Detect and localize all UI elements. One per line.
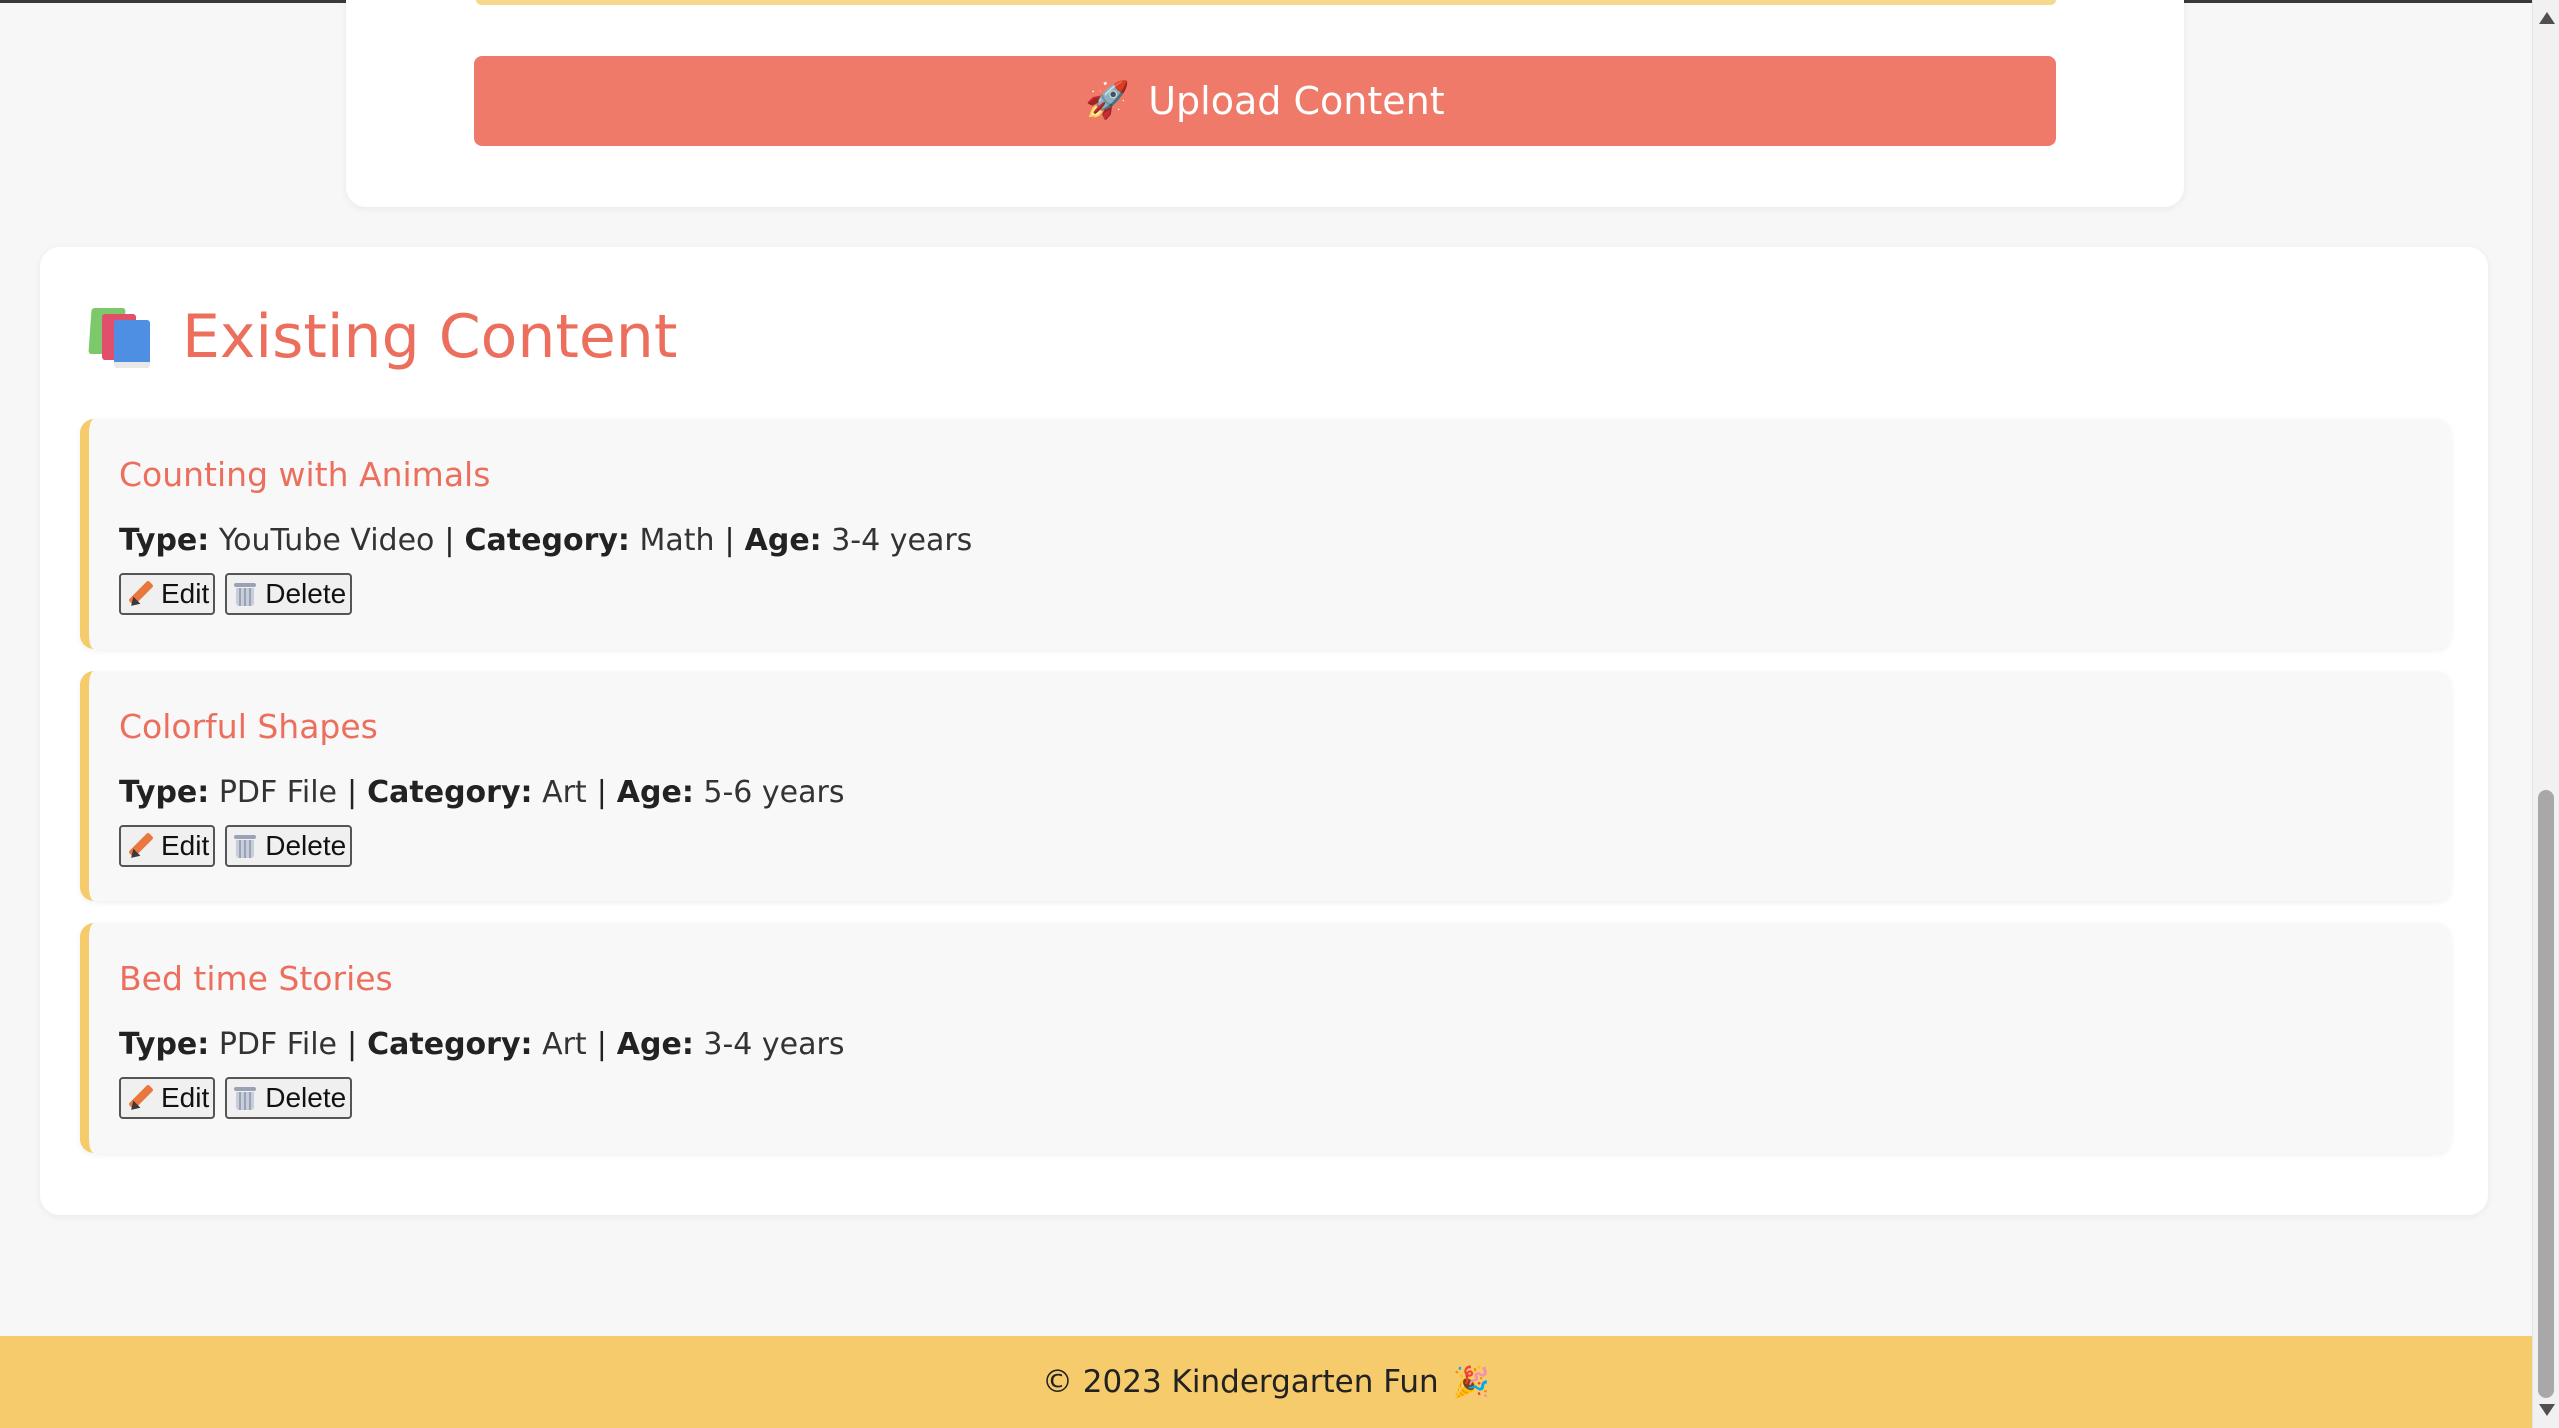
upload-card: 🚀 Upload Content bbox=[346, 0, 2184, 207]
books-icon bbox=[88, 306, 152, 368]
meta-separator: | bbox=[347, 1027, 358, 1062]
category-value: Art bbox=[542, 1027, 587, 1062]
content-item-meta: Type: YouTube Video | Category: Math | Age: … bbox=[119, 523, 972, 558]
edit-button-label: Edit bbox=[161, 830, 210, 861]
category-label: Category: bbox=[367, 1027, 533, 1062]
scroll-up-arrow-icon[interactable] bbox=[2539, 12, 2555, 24]
type-label: Type: bbox=[119, 523, 210, 558]
content-item: Colorful Shapes Type: PDF File | Category:… bbox=[80, 671, 2451, 901]
content-item-title: Colorful Shapes bbox=[119, 707, 378, 746]
type-label: Type: bbox=[119, 1027, 210, 1062]
category-label: Category: bbox=[367, 775, 533, 810]
delete-button-label: Delete bbox=[265, 1082, 347, 1113]
edit-button[interactable]: Edit bbox=[119, 1077, 216, 1119]
type-value: YouTube Video bbox=[218, 523, 435, 558]
wastebasket-icon bbox=[233, 1085, 257, 1111]
meta-separator: | bbox=[596, 1027, 607, 1062]
page: 🚀 Upload Content Existing Content Counti… bbox=[0, 0, 2559, 1428]
edit-button-label: Edit bbox=[161, 1082, 210, 1113]
delete-button[interactable]: Delete bbox=[225, 825, 353, 867]
content-item: Counting with Animals Type: YouTube Vide… bbox=[80, 419, 2451, 649]
vertical-scrollbar[interactable] bbox=[2532, 0, 2559, 1428]
age-label: Age: bbox=[616, 1027, 694, 1062]
content-item-actions: Edit Delete bbox=[119, 573, 353, 615]
delete-button-label: Delete bbox=[265, 578, 347, 609]
category-label: Category: bbox=[464, 523, 630, 558]
delete-button[interactable]: Delete bbox=[225, 1077, 353, 1119]
type-label: Type: bbox=[119, 775, 210, 810]
content-item-actions: Edit Delete bbox=[119, 1077, 353, 1119]
content-item-meta: Type: PDF File | Category: Art | Age: 3-4 ye… bbox=[119, 1027, 844, 1062]
existing-content-section: Existing Content Counting with Animals T… bbox=[40, 247, 2488, 1215]
edit-button[interactable]: Edit bbox=[119, 825, 216, 867]
existing-content-heading: Existing Content bbox=[88, 297, 677, 377]
content-item-meta: Type: PDF File | Category: Art | Age: 5-6 ye… bbox=[119, 775, 844, 810]
delete-button[interactable]: Delete bbox=[225, 573, 353, 615]
rocket-icon: 🚀 bbox=[1085, 80, 1131, 121]
pencil-icon bbox=[127, 1085, 153, 1111]
age-value: 3-4 years bbox=[703, 1027, 845, 1062]
age-value: 3-4 years bbox=[831, 523, 973, 558]
content-item: Bed time Stories Type: PDF File | Category… bbox=[80, 923, 2451, 1153]
pencil-icon bbox=[127, 833, 153, 859]
previous-field-edge bbox=[476, 0, 2056, 5]
content-item-title: Counting with Animals bbox=[119, 455, 491, 494]
content-item-actions: Edit Delete bbox=[119, 825, 353, 867]
edit-button-label: Edit bbox=[161, 578, 210, 609]
edit-button[interactable]: Edit bbox=[119, 573, 216, 615]
type-value: PDF File bbox=[218, 775, 338, 810]
footer: © 2023 Kindergarten Fun 🎉 bbox=[0, 1336, 2532, 1428]
wastebasket-icon bbox=[233, 833, 257, 859]
meta-separator: | bbox=[347, 775, 358, 810]
type-value: PDF File bbox=[218, 1027, 338, 1062]
content-list: Counting with Animals Type: YouTube Vide… bbox=[80, 419, 2451, 1175]
upload-content-button[interactable]: 🚀 Upload Content bbox=[474, 56, 2056, 146]
category-value: Art bbox=[542, 775, 587, 810]
pencil-icon bbox=[127, 581, 153, 607]
upload-button-label: Upload Content bbox=[1148, 79, 1445, 123]
age-value: 5-6 years bbox=[703, 775, 845, 810]
age-label: Age: bbox=[616, 775, 694, 810]
meta-separator: | bbox=[444, 523, 455, 558]
scroll-down-arrow-icon[interactable] bbox=[2539, 1404, 2555, 1416]
existing-content-title: Existing Content bbox=[182, 302, 678, 372]
party-popper-icon: 🎉 bbox=[1452, 1364, 1491, 1400]
footer-copyright: © 2023 Kindergarten Fun bbox=[1041, 1364, 1439, 1400]
category-value: Math bbox=[639, 523, 715, 558]
content-item-title: Bed time Stories bbox=[119, 959, 393, 998]
age-label: Age: bbox=[744, 523, 822, 558]
delete-button-label: Delete bbox=[265, 830, 347, 861]
meta-separator: | bbox=[724, 523, 735, 558]
wastebasket-icon bbox=[233, 581, 257, 607]
meta-separator: | bbox=[596, 775, 607, 810]
scrollbar-thumb[interactable] bbox=[2538, 790, 2554, 1398]
